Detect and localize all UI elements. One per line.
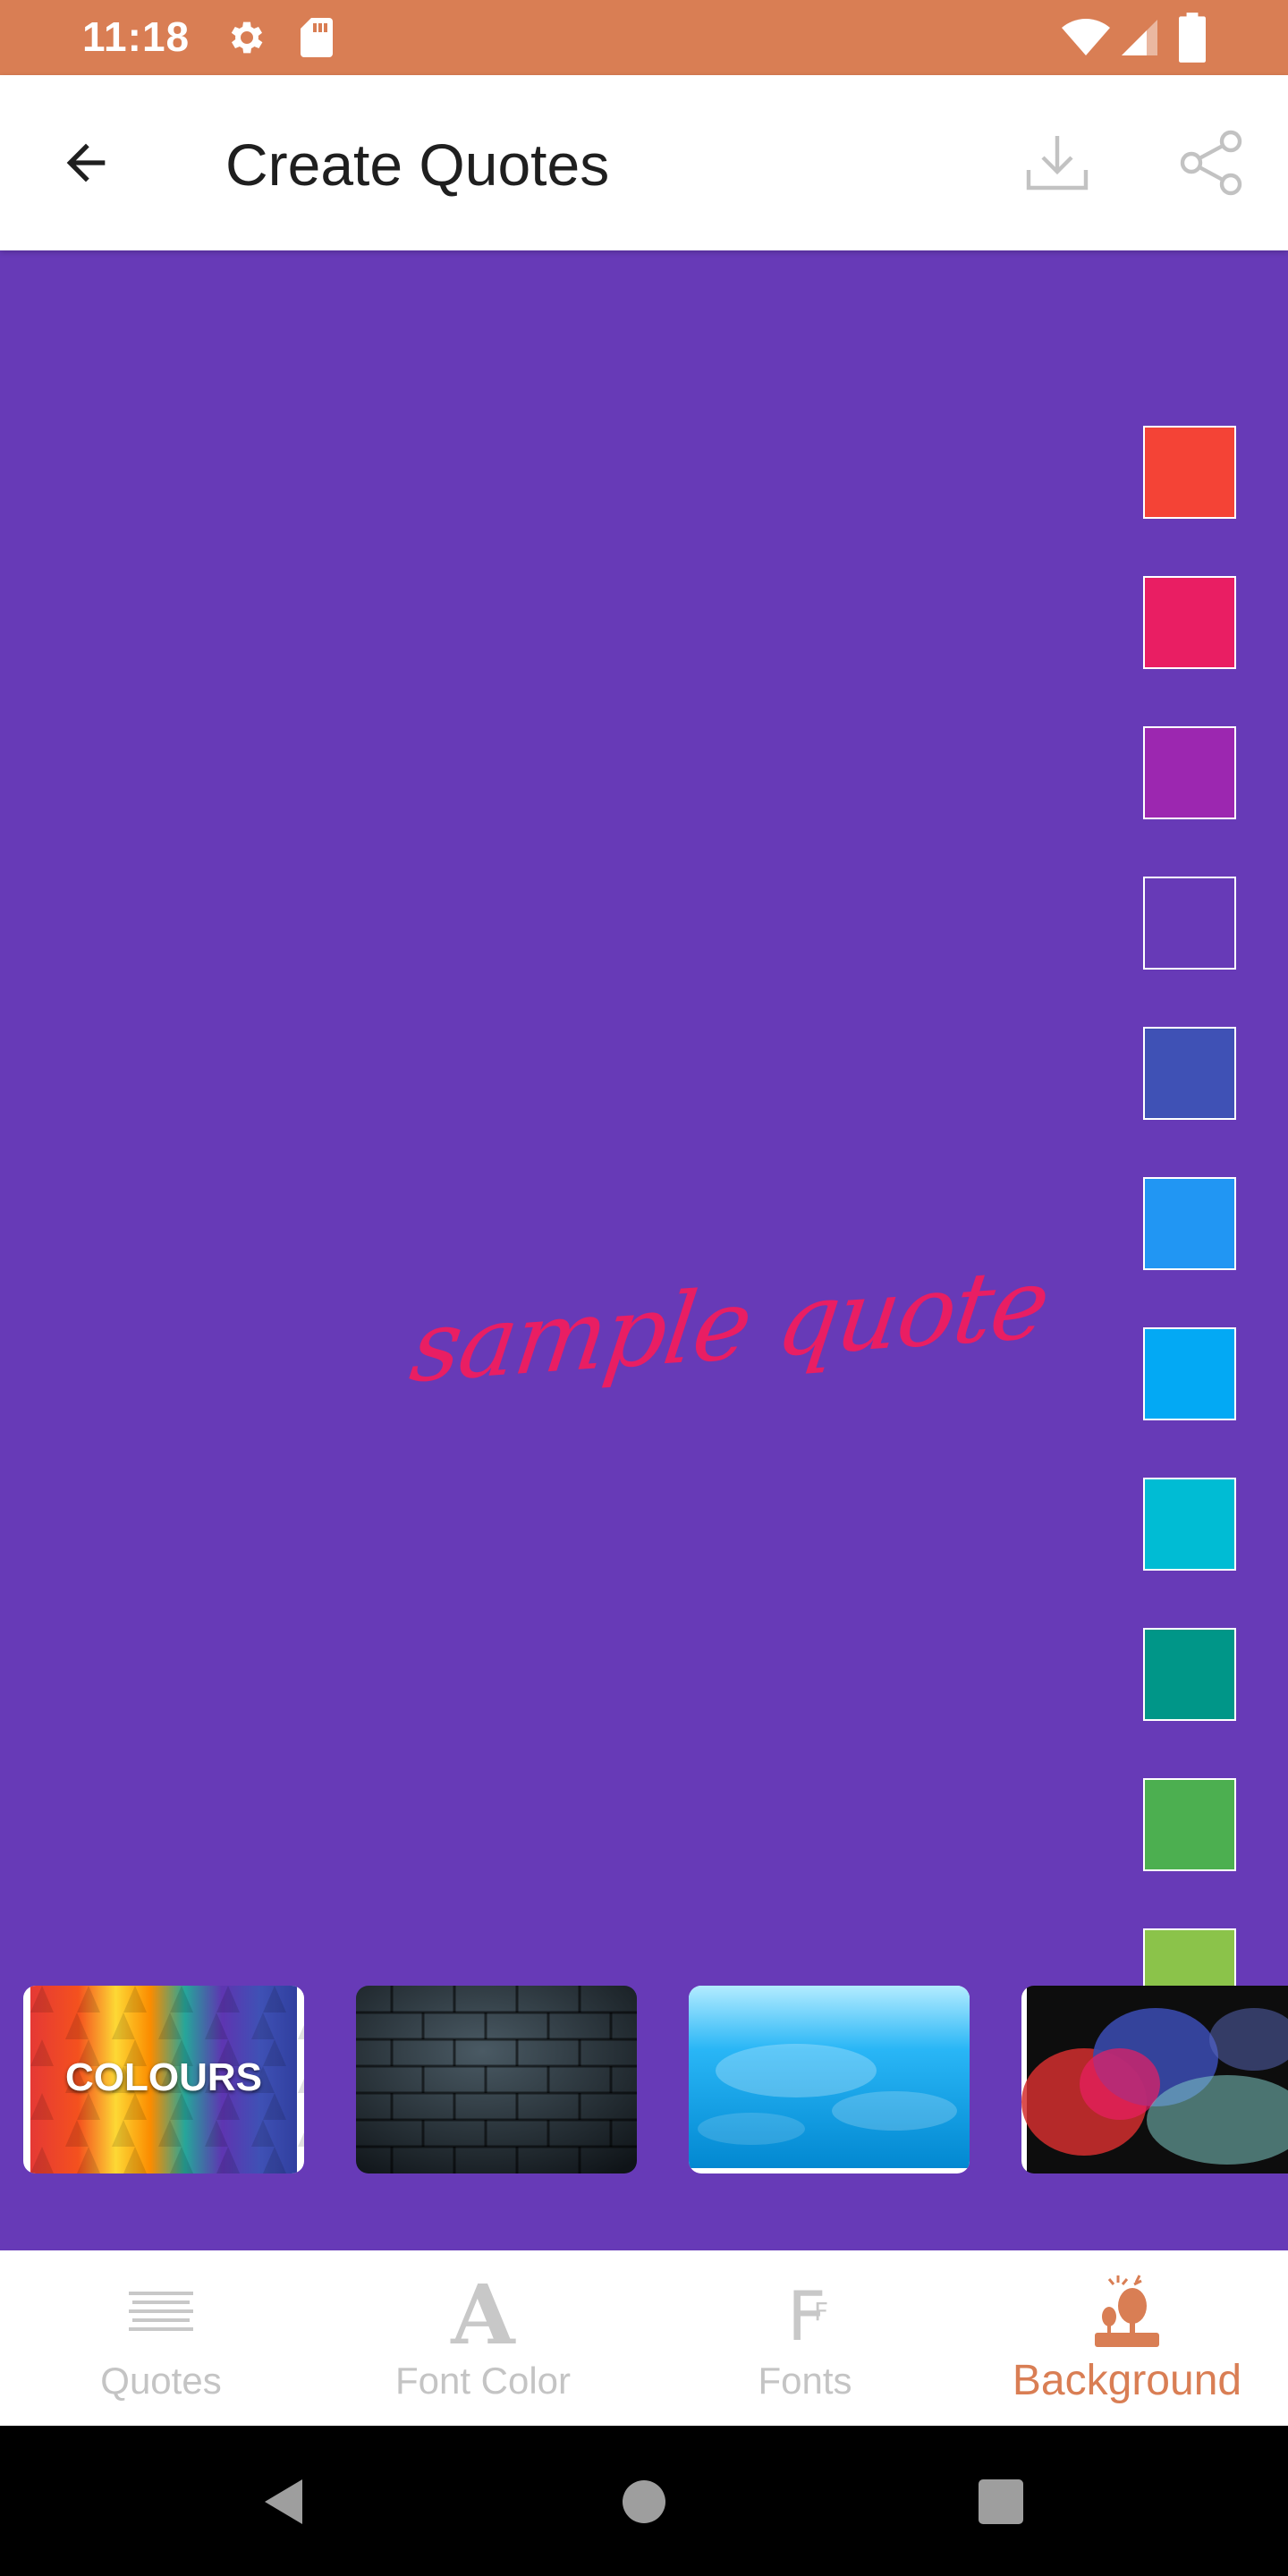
nav-label-fonts: Fonts xyxy=(758,2360,852,2402)
color-swatch[interactable] xyxy=(1143,1327,1236,1420)
home-circle-icon[interactable] xyxy=(613,2470,675,2533)
nav-item-quotes[interactable]: Quotes xyxy=(0,2250,322,2426)
gear-icon xyxy=(231,21,263,54)
share-icon[interactable] xyxy=(1175,127,1247,199)
color-swatch[interactable] xyxy=(1143,576,1236,669)
nav-label-background: Background xyxy=(1012,2357,1242,2404)
dark-bricks-image xyxy=(356,1986,637,2174)
color-swatch[interactable] xyxy=(1143,1628,1236,1721)
color-swatch[interactable] xyxy=(1143,726,1236,819)
color-swatch[interactable] xyxy=(1143,1778,1236,1871)
thumbnail-color-smoke[interactable] xyxy=(1021,1986,1288,2174)
color-swatch[interactable] xyxy=(1143,1027,1236,1120)
battery-icon xyxy=(1179,13,1206,63)
wifi-icon xyxy=(1062,19,1110,55)
sd-card-icon xyxy=(301,18,333,57)
status-time: 11:18 xyxy=(82,13,191,60)
signal-icon xyxy=(1122,20,1157,55)
thumbnail-colours-label: COLOURS xyxy=(65,2055,262,2099)
color-swatch[interactable] xyxy=(1143,877,1236,970)
thumbnail-dark-bricks[interactable] xyxy=(356,1986,637,2174)
page-title: Create Quotes xyxy=(225,131,610,198)
system-navigation-bar xyxy=(0,2426,1288,2576)
background-thumbnail-strip: COLOURS xyxy=(0,1986,1288,2174)
quote-text[interactable]: sample quote xyxy=(404,1247,1055,1404)
back-triangle-icon[interactable] xyxy=(256,2470,318,2533)
nav-label-quotes: Quotes xyxy=(100,2360,222,2402)
color-swatch[interactable] xyxy=(1143,426,1236,519)
background-icon xyxy=(1095,2275,1159,2347)
blue-water-image xyxy=(689,1986,970,2174)
recents-square-icon[interactable] xyxy=(970,2470,1032,2533)
quotes-lines-icon xyxy=(129,2292,193,2331)
font-color-icon: A xyxy=(450,2272,516,2351)
color-swatch[interactable] xyxy=(1143,1177,1236,1270)
status-bar: 11:18 xyxy=(0,0,1288,75)
color-swatch[interactable] xyxy=(1143,1478,1236,1571)
nav-item-fonts[interactable]: F F Fonts xyxy=(644,2250,966,2426)
fonts-icon: F F xyxy=(787,2276,828,2351)
app-bar: Create Quotes xyxy=(0,75,1288,250)
thumbnail-colours[interactable]: COLOURS xyxy=(23,1986,304,2174)
svg-text:F: F xyxy=(814,2297,828,2326)
bottom-navigation: Quotes A Font Color F F Fonts Background xyxy=(0,2250,1288,2426)
svg-text:A: A xyxy=(450,2272,516,2351)
thumbnail-blue-water[interactable] xyxy=(689,1986,970,2174)
nav-item-background[interactable]: Background xyxy=(966,2250,1288,2426)
nav-label-font-color: Font Color xyxy=(394,2360,572,2402)
nav-item-font-color[interactable]: A Font Color xyxy=(322,2250,644,2426)
color-smoke-image xyxy=(1021,1986,1288,2174)
download-icon[interactable] xyxy=(1021,127,1093,199)
quote-canvas[interactable]: sample quote COLOURS xyxy=(0,250,1288,2250)
back-arrow-icon[interactable] xyxy=(57,134,114,191)
